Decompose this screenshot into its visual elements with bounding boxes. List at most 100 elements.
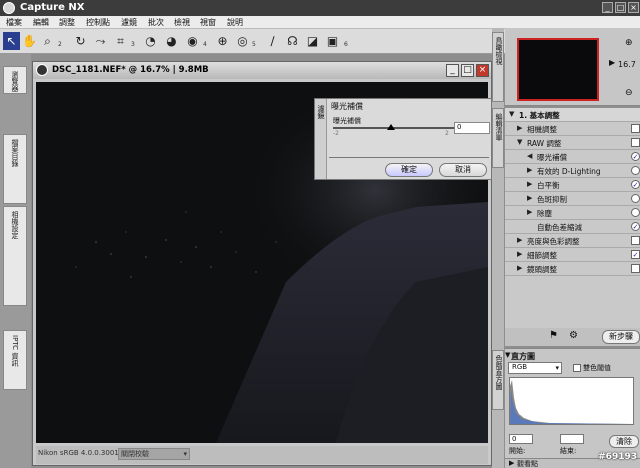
dialog-side-tab: 濾鏡 bbox=[315, 99, 327, 179]
menu-item-file[interactable]: 檔案 bbox=[6, 17, 22, 28]
image-maximize-icon[interactable]: □ bbox=[461, 64, 474, 77]
close-icon[interactable]: × bbox=[628, 2, 639, 13]
expand-down-icon[interactable]: ▼ bbox=[509, 110, 514, 118]
step-radio[interactable] bbox=[631, 194, 640, 203]
rotate-tool-icon[interactable]: ↻ bbox=[72, 32, 89, 50]
step-checkbox[interactable] bbox=[631, 124, 640, 133]
menu-item-control-points[interactable]: 控制點 bbox=[86, 17, 110, 28]
expand-right-icon[interactable]: ▶ bbox=[517, 264, 522, 272]
edit-list-item[interactable]: ▼ 1. 基本調整 bbox=[505, 108, 640, 122]
step-radio[interactable]: ✓ bbox=[631, 180, 640, 189]
red-eye-tool-icon[interactable]: ⊕ bbox=[214, 32, 231, 50]
edit-list-footer: ⚑ ⚙ 新步驟 bbox=[505, 328, 640, 346]
zoom-tool-icon[interactable]: ⌕ bbox=[39, 32, 56, 50]
collapse-left-icon[interactable]: ◀ bbox=[527, 152, 532, 160]
lasso-tool-icon[interactable]: ☊ bbox=[284, 32, 301, 50]
exposure-slider-track[interactable] bbox=[333, 127, 461, 129]
dialog-divider bbox=[329, 157, 489, 158]
edit-list-item[interactable]: ▶ 相機調整 bbox=[505, 122, 640, 136]
tab-edit-list[interactable]: 編輯清單 bbox=[492, 108, 504, 168]
menu-item-view[interactable]: 檢視 bbox=[174, 17, 190, 28]
tab-file-directory[interactable]: 檔案目錄 bbox=[3, 134, 27, 204]
tool-group-number: 4 bbox=[203, 41, 207, 48]
expand-right-icon[interactable]: ▶ bbox=[517, 250, 522, 258]
crop-tool-icon[interactable]: ⌗ bbox=[112, 32, 129, 50]
edit-list-item-label: 自動色差縮減 bbox=[537, 223, 582, 232]
tab-histogram[interactable]: 色階直方圖 bbox=[492, 350, 504, 410]
selection-gradient-tool-icon[interactable]: ◪ bbox=[304, 32, 321, 50]
zoom-out-icon[interactable]: ⊖ bbox=[625, 88, 633, 98]
ok-button[interactable]: 確定 bbox=[385, 163, 433, 177]
collapse-arrow-icon[interactable]: ▼ bbox=[505, 351, 510, 359]
end-input[interactable] bbox=[560, 434, 584, 444]
zoom-in-icon[interactable]: ⊕ bbox=[625, 38, 633, 48]
histogram-graph[interactable] bbox=[509, 377, 634, 425]
menu-item-filter[interactable]: 濾鏡 bbox=[121, 17, 137, 28]
tab-browser[interactable]: 瀏覽器 bbox=[3, 66, 27, 94]
edit-list-item[interactable]: ▶ 亮度與色彩調整 bbox=[505, 234, 640, 248]
edit-list-item-label: 1. 基本調整 bbox=[519, 111, 560, 120]
direct-select-tool-icon[interactable]: ↖ bbox=[3, 32, 20, 50]
hand-tool-icon[interactable]: ✋ bbox=[21, 32, 38, 50]
edit-list-item[interactable]: ▶ 鏡頭調整 bbox=[505, 262, 640, 276]
step-checkbox[interactable]: ✓ bbox=[631, 250, 640, 259]
expand-right-icon[interactable]: ▶ bbox=[527, 208, 532, 216]
straighten-tool-icon[interactable]: ⤳ bbox=[92, 32, 109, 50]
new-step-button[interactable]: 新步驟 bbox=[602, 330, 640, 344]
end-label: 結束: bbox=[560, 447, 577, 455]
step-checkbox[interactable] bbox=[631, 264, 640, 273]
dual-threshold-checkbox[interactable]: 雙色閾值 bbox=[573, 363, 611, 373]
edit-list-item[interactable]: ▶ 白平衡 ✓ bbox=[505, 178, 640, 192]
birds-eye-thumbnail[interactable] bbox=[517, 38, 599, 101]
edit-list-item[interactable]: ◀ 曝光補償 ✓ bbox=[505, 150, 640, 164]
image-minimize-icon[interactable]: _ bbox=[446, 64, 459, 77]
edit-list-item[interactable]: 自動色差縮減 ✓ bbox=[505, 220, 640, 234]
tab-iptc-info[interactable]: IPTC 資訊 bbox=[3, 330, 27, 390]
edit-list-item[interactable]: ▶ 色斑抑制 bbox=[505, 192, 640, 206]
birds-eye-panel: ▶ 16.7 ⊕ ⊖ bbox=[505, 28, 640, 106]
expand-right-icon[interactable]: ▶ bbox=[517, 124, 522, 132]
settings-gear-icon[interactable]: ⚙ bbox=[569, 330, 578, 341]
menu-item-edit[interactable]: 編輯 bbox=[33, 17, 49, 28]
menu-item-window[interactable]: 視窗 bbox=[200, 17, 216, 28]
image-close-icon[interactable]: × bbox=[476, 64, 489, 77]
step-radio[interactable] bbox=[631, 166, 640, 175]
black-point-tool-icon[interactable]: ◔ bbox=[142, 32, 159, 50]
step-checkbox[interactable] bbox=[631, 236, 640, 245]
correction-select[interactable]: 關閉校驗 ▾ bbox=[118, 448, 190, 460]
edit-list-item-label: 細節調整 bbox=[527, 251, 557, 260]
exposure-value-input[interactable]: 0 bbox=[454, 122, 490, 134]
expand-right-icon[interactable]: ▶ bbox=[527, 194, 532, 202]
edit-list-item[interactable]: ▶ 細節調整 ✓ bbox=[505, 248, 640, 262]
expand-down-icon[interactable]: ▼ bbox=[517, 138, 522, 146]
step-radio[interactable]: ✓ bbox=[631, 222, 640, 231]
cancel-button[interactable]: 取消 bbox=[439, 163, 487, 177]
fill-tool-icon[interactable]: ▣ bbox=[324, 32, 341, 50]
edit-list-item[interactable]: ▶ 除塵 bbox=[505, 206, 640, 220]
histogram-channel-select[interactable]: RGB ▾ bbox=[508, 362, 562, 374]
menu-item-help[interactable]: 說明 bbox=[227, 17, 243, 28]
edit-list-item[interactable]: ▶ 有效的 D-Lighting bbox=[505, 164, 640, 178]
start-input[interactable]: 0 bbox=[509, 434, 533, 444]
step-radio[interactable]: ✓ bbox=[631, 152, 640, 161]
exposure-slider-thumb[interactable] bbox=[387, 124, 395, 130]
color-point-tool-icon[interactable]: ◉ bbox=[184, 32, 201, 50]
step-checkbox[interactable] bbox=[631, 138, 640, 147]
expand-right-icon[interactable]: ▶ bbox=[527, 166, 532, 174]
menu-item-batch[interactable]: 批次 bbox=[148, 17, 164, 28]
tab-birds-eye[interactable]: 鳥瞰檢視 bbox=[492, 32, 504, 102]
brush-tool-icon[interactable]: ∕ bbox=[264, 32, 281, 50]
step-radio[interactable] bbox=[631, 208, 640, 217]
expand-right-icon[interactable]: ▶ bbox=[527, 180, 532, 188]
white-point-tool-icon[interactable]: ◕ bbox=[163, 32, 180, 50]
control-point-icon[interactable]: ⚑ bbox=[549, 330, 558, 341]
minimize-icon[interactable]: _ bbox=[602, 2, 613, 13]
eye-tool-icon[interactable]: ◎ bbox=[234, 32, 251, 50]
expand-right-icon[interactable]: ▶ bbox=[517, 236, 522, 244]
slider-max-tick: 2 bbox=[445, 130, 449, 137]
maximize-icon[interactable]: □ bbox=[615, 2, 626, 13]
menu-item-adjust[interactable]: 調整 bbox=[59, 17, 75, 28]
edit-list-item[interactable]: ▼ RAW 調整 bbox=[505, 136, 640, 150]
clear-button[interactable]: 清除 bbox=[609, 435, 639, 448]
tab-camera-settings[interactable]: 相機設定 bbox=[3, 206, 27, 306]
